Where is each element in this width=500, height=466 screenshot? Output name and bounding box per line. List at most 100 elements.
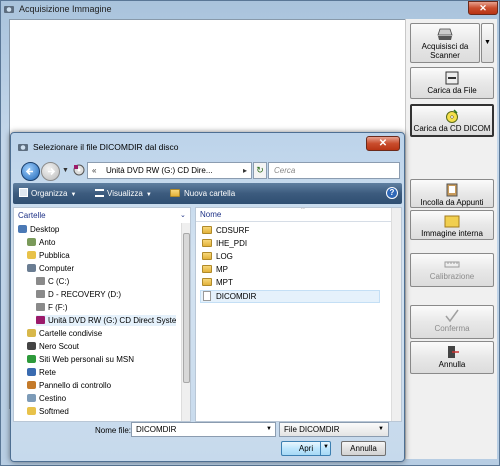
views-dropdown-icon: ▼: [145, 192, 152, 198]
file-icon: [203, 291, 211, 301]
file-list-item[interactable]: MP: [202, 264, 228, 275]
drive-icon: [36, 290, 45, 298]
folder-icon: [202, 252, 212, 260]
drive-icon: [36, 277, 45, 285]
tree-item[interactable]: Cestino: [27, 393, 66, 404]
tree-item-label: Unità DVD RW (G:) CD Direct Syste: [48, 316, 177, 325]
filetype-select[interactable]: File DICOMDIR ▼: [279, 422, 389, 437]
cancel-main-button[interactable]: Annulla: [410, 341, 494, 374]
user-folder-icon: [27, 238, 36, 246]
organize-dropdown-icon: ▼: [70, 192, 77, 198]
tree-item-label: C (C:): [48, 277, 70, 286]
address-path: Unità DVD RW (G:) CD Dire...: [106, 166, 213, 175]
dialog-close-button[interactable]: ✕: [366, 136, 400, 151]
tree-item-label: Pubblica: [39, 251, 70, 260]
file-list-item[interactable]: LOG: [202, 251, 233, 262]
cancel-button[interactable]: Annulla: [341, 441, 386, 456]
tree-scroll-thumb[interactable]: [183, 233, 190, 383]
tree-item[interactable]: Siti Web personali su MSN: [27, 354, 134, 365]
back-arrow-icon: [25, 167, 33, 176]
paste-clipboard-label: Incolla da Appunti: [420, 198, 484, 207]
tree-item[interactable]: Rete: [27, 367, 56, 378]
address-bar[interactable]: « Unità DVD RW (G:) CD Dire... ▸: [87, 162, 252, 179]
file-list-pane: Nome ⌃ CDSURF IHE_PDI LOG MP MPT DICOMDIR: [195, 207, 402, 422]
tree-item[interactable]: Cartelle condivise: [27, 328, 102, 339]
back-button[interactable]: [21, 162, 40, 181]
tree-item-label: D - RECOVERY (D:): [48, 290, 122, 299]
filename-dropdown-icon[interactable]: ▼: [266, 423, 272, 436]
filename-input[interactable]: DICOMDIR ▼: [131, 422, 276, 437]
cd-dicom-icon: [446, 109, 458, 123]
close-icon: ✕: [378, 138, 388, 149]
filetype-dropdown-icon: ▼: [378, 426, 384, 432]
collapse-chevron-icon[interactable]: ⌄: [180, 211, 186, 219]
folder-icon: [202, 226, 212, 234]
folder-icon: [202, 278, 212, 286]
window-close-button[interactable]: ✕: [468, 1, 498, 15]
action-panel: Acquisisci da Scanner ▼ Carica da File C…: [405, 19, 497, 459]
tree-item[interactable]: Computer: [27, 263, 74, 274]
filename-value: DICOMDIR: [136, 425, 177, 434]
search-placeholder: Cerca: [274, 166, 296, 175]
file-name: DICOMDIR: [216, 292, 257, 301]
address-dropdown-icon[interactable]: ▸: [243, 163, 247, 178]
open-dropdown-icon[interactable]: ▼: [320, 441, 331, 456]
scanner-button-label: Acquisisci da Scanner: [421, 42, 469, 60]
help-icon[interactable]: ?: [386, 187, 398, 199]
dialog-toolbar: Organizza ▼ Visualizza ▼ Nuova cartella ?: [13, 183, 402, 204]
open-button[interactable]: Apri ▼: [281, 441, 331, 456]
chevron-down-icon: ▼: [484, 39, 491, 46]
paste-clipboard-button[interactable]: Incolla da Appunti: [410, 179, 494, 208]
internal-image-button[interactable]: Immagine interna: [410, 210, 494, 240]
tree-item[interactable]: Pubblica: [27, 250, 70, 261]
views-button[interactable]: Visualizza ▼: [95, 187, 152, 202]
tree-item[interactable]: C (C:): [36, 276, 69, 287]
calibration-button[interactable]: Calibrazione: [410, 253, 494, 287]
tree-item-label: Cartelle condivise: [39, 329, 103, 338]
file-name: MPT: [216, 278, 233, 287]
drive-icon: [36, 303, 45, 311]
file-list-scrollbar[interactable]: [391, 208, 401, 421]
name-column-header[interactable]: Nome: [200, 210, 221, 219]
new-folder-icon: [170, 189, 180, 197]
file-list-item[interactable]: IHE_PDI: [202, 238, 247, 249]
tree-item-label: Pannello di controllo: [39, 381, 112, 390]
tree-scrollbar[interactable]: [181, 223, 190, 421]
folder-icon: [27, 407, 36, 415]
refresh-icon: ↻: [256, 165, 264, 175]
tree-item-label: Nero Scout: [39, 342, 80, 351]
tree-item-label: Computer: [39, 264, 75, 273]
organize-label: Organizza: [31, 189, 68, 198]
tree-item[interactable]: F (F:): [36, 302, 68, 313]
tree-item[interactable]: Unità DVD RW (G:) CD Direct Syste: [36, 315, 177, 326]
open-label: Apri: [298, 444, 314, 453]
history-dropdown-icon[interactable]: ▼: [62, 167, 69, 174]
calibration-label: Calibrazione: [429, 272, 475, 281]
scanner-button[interactable]: Acquisisci da Scanner: [410, 23, 480, 63]
forward-button[interactable]: [41, 162, 60, 181]
refresh-button[interactable]: ↻: [253, 162, 267, 179]
tree-item[interactable]: D - RECOVERY (D:): [36, 289, 121, 300]
tree-item-label: F (F:): [48, 303, 68, 312]
tree-item[interactable]: Nero Scout: [27, 341, 79, 352]
tree-item[interactable]: Pannello di controllo: [27, 380, 111, 391]
file-list-item[interactable]: MPT: [202, 277, 233, 288]
dvd-location-icon: [73, 164, 85, 176]
dialog-title: Selezionare il file DICOMDIR dal disco: [33, 142, 179, 152]
new-folder-button[interactable]: Nuova cartella: [170, 187, 235, 200]
msn-icon: [27, 355, 36, 363]
load-file-button[interactable]: Carica da File: [410, 67, 494, 99]
organize-button[interactable]: Organizza ▼: [19, 187, 76, 202]
search-input[interactable]: Cerca: [268, 162, 400, 179]
file-list-item[interactable]: CDSURF: [202, 225, 249, 236]
file-list-item[interactable]: DICOMDIR: [200, 290, 380, 303]
new-folder-label: Nuova cartella: [184, 189, 236, 198]
load-cd-dicom-button[interactable]: Carica da CD DICOM: [410, 104, 494, 137]
tree-item[interactable]: Softmed: [27, 406, 69, 417]
confirm-button[interactable]: Conferma: [410, 305, 494, 339]
file-open-dialog: Selezionare il file DICOMDIR dal disco ✕…: [10, 132, 405, 462]
scanner-dropdown-button[interactable]: ▼: [481, 23, 494, 63]
filetype-value: File DICOMDIR: [284, 425, 340, 434]
tree-item[interactable]: Anto: [27, 237, 55, 248]
tree-item[interactable]: Desktop: [18, 224, 59, 235]
